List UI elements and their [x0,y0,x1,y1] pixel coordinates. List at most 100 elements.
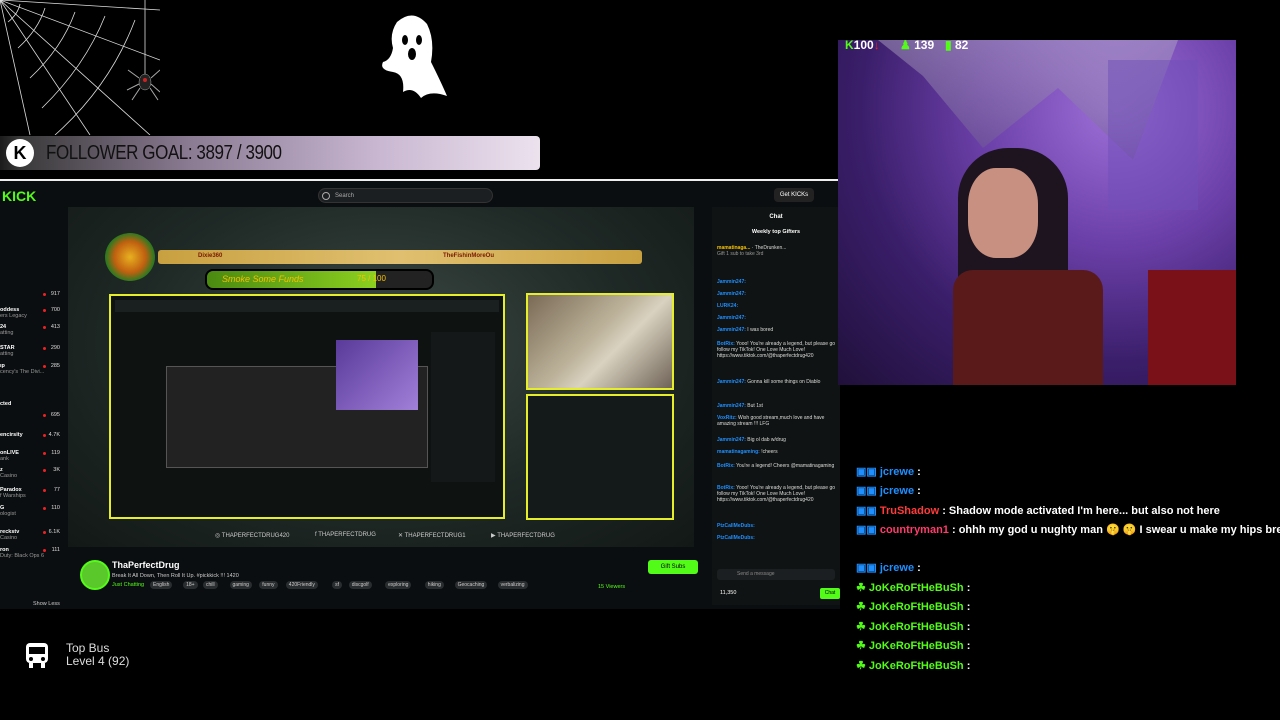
sidebar-channel-item[interactable]: onLIVE ank 119 [0,450,64,462]
sidebar-channel-item[interactable]: reckstv Casino 6.1K [0,529,64,541]
sidebar-channel-item[interactable]: ıp cency's The Divi... 285 [0,363,64,375]
chat-username[interactable]: PtzCallMeDubs: [717,535,755,541]
stream-tag[interactable]: funny [259,581,278,589]
stream-tag[interactable]: gaming [229,581,252,589]
chat-message: VoxRitz: Wish good stream,much love and … [717,415,837,427]
stream-tag[interactable]: chill [203,581,218,589]
live-dot-icon [43,434,46,437]
chat-message: PtzCallMeDubs: [717,535,837,541]
stream-category[interactable]: Just Chatting [112,582,144,588]
sidebar-channel-item[interactable]: 695 [0,412,64,420]
stream-tag[interactable]: verbalizing [497,581,528,589]
top-bus-level: Level 4 (92) [66,654,130,668]
facebook-link[interactable]: f THAPERFECTDRUG [315,532,376,538]
live-dot-icon [43,293,46,296]
chat-message: PtzCallMeDubs: [717,523,837,529]
overlay-chat-message: ☘ JoKeRoFtHeBuSh : [856,601,971,613]
chat-message: BotRix: Yooo! You're already a legend, b… [717,341,837,359]
sidebar-channel-item[interactable]: 24 atting 413 [0,324,64,336]
funds-progress-bar: Smoke Some Funds 75 / 100 [205,269,434,290]
overlay-chat-username: jcrewe [879,466,915,478]
kick-logo[interactable]: KICK [2,188,36,204]
overlay-chat-text: : [966,621,971,633]
channel-name: cted [0,401,12,407]
chat-message: Jammin247: Big ol dab w/drug [717,437,837,443]
overlay-chat-username: jcrewe [879,562,915,574]
live-dot-icon [43,549,46,552]
chat-username[interactable]: BotRix: [717,463,735,469]
search-input[interactable]: Search [318,188,493,203]
youtube-link[interactable]: ▶ THAPERFECTDRUG [491,532,555,539]
streamer-avatar[interactable] [80,560,110,590]
following-sidebar: 917 oddess ers Legacy 700 24 atting 413 STAR att… [0,205,66,607]
stream-tag[interactable]: 420Friendly [285,581,318,589]
chat-username[interactable]: Jammin247: [717,437,746,443]
overlay-chat-username: countryman1 [879,524,949,536]
instagram-link[interactable]: ◎ THAPERFECTDRUG420 [215,532,289,539]
recent-alerts-bar: Dixie360 TheFishinMoreOu [158,250,642,264]
sidebar-channel-item[interactable]: z Casino 3K [0,467,64,479]
sidebar-channel-item[interactable]: Paradox f Warships 77 [0,487,64,499]
stream-title: Break It All Down, Then Roll It Up. #pic… [112,573,239,579]
sidebar-channel-item[interactable]: Gologist 110 [0,505,64,517]
chat-title: Chat [769,214,783,220]
funds-count: 75 / 100 [357,274,386,283]
stream-tag[interactable]: English [150,581,173,589]
nested-webcam [526,293,674,390]
overlay-chat-text: : [917,466,921,478]
overlay-chat-message: ▣▣ countryman1 : ohhh my god u nughty ma… [856,523,1280,536]
chat-message: BotRix: You're a legend! Cheers @mamatin… [717,463,837,469]
chat-send-button[interactable]: Chat [820,588,840,599]
twitter-link[interactable]: ✕ THAPERFECTDRUG1 [398,532,466,539]
overlay-chat-text: : [966,601,971,613]
show-less-link[interactable]: Show Less [33,601,60,607]
channel-category: cency's The Divi... [0,369,45,375]
stream-tag[interactable]: 18+ [183,581,198,589]
chat-username[interactable]: Jammin247: [717,379,746,385]
sidebar-channel-item[interactable]: cted [0,401,64,409]
channel-viewers: 6.1K [48,529,60,535]
stream-tag[interactable]: discgolf [348,581,372,589]
chat-username[interactable]: Jammin247: [717,279,746,285]
channel-category: ank [0,456,9,462]
channel-category: ologist [0,511,16,517]
get-kicks-button[interactable]: Get KICKs [774,188,814,202]
channel-name: encirsity [0,432,23,438]
overlay-chat-message: ☘ JoKeRoFtHeBuSh : [856,582,971,594]
sidebar-channel-item[interactable]: 917 [0,291,64,299]
overlay-chat-text: : [966,582,971,594]
stream-tag[interactable]: hiking [424,581,444,589]
sidebar-channel-item[interactable]: STAR atting 290 [0,345,64,357]
follower-count: ♟ 139 [900,38,935,52]
overlay-chat-text: : Shadow mode activated I'm here... but … [942,505,1220,517]
sidebar-channel-item[interactable]: oddess ers Legacy 700 [0,307,64,319]
chat-username[interactable]: Jammin247: [717,315,746,321]
chat-username[interactable]: LURK24: [717,303,738,309]
overlay-chat-text: : [917,562,921,574]
search-icon [322,192,330,200]
channel-category: ers Legacy [0,313,27,319]
stream-tag[interactable]: Geocaching [454,581,488,589]
chat-message: Jammin247: I was bored [717,327,837,333]
stream-tag[interactable]: exploring [385,581,412,589]
chat-username[interactable]: PtzCallMeDubs: [717,523,755,529]
overlay-chat-message: ▣▣ jcrewe : [856,466,921,478]
live-dot-icon [43,347,46,350]
live-dot-icon [43,326,46,329]
sidebar-channel-item[interactable]: encirsity 4.7K [0,432,64,440]
sidebar-channel-item[interactable]: ron Duty: Black Ops 6 111 [0,547,64,559]
chat-input[interactable]: Send a message [717,569,835,580]
streamer-name[interactable]: ThaPerfectDrug [112,560,180,570]
overlay-chat-message: ☘ JoKeRoFtHeBuSh : [856,640,971,652]
chat-username[interactable]: mamatinagaming: [717,449,760,455]
channel-category: Duty: Black Ops 6 [0,553,45,559]
chat-username[interactable]: Jammin247: [717,403,746,409]
overlay-chat-text: : [966,660,971,672]
overlay-chat-username: JoKeRoFtHeBuSh [868,621,964,633]
bus-icon [26,643,48,668]
chat-username[interactable]: Jammin247: [717,327,746,333]
webcam-feed [838,40,1236,385]
chat-username[interactable]: Jammin247: [717,291,746,297]
stream-tag[interactable]: sf [332,581,342,589]
gift-subs-button[interactable]: Gift Subs [648,560,698,574]
